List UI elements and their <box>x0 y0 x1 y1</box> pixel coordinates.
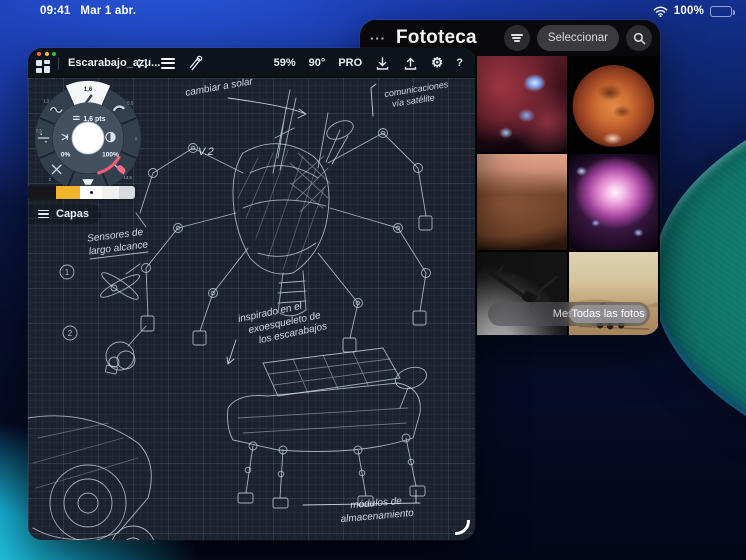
svg-text:14,5: 14,5 <box>124 175 133 180</box>
share-export-icon[interactable] <box>403 56 418 71</box>
window-controls[interactable] <box>37 52 56 56</box>
import-icon[interactable] <box>375 56 390 71</box>
battery-icon <box>710 6 732 17</box>
toolbar-divider <box>58 57 59 70</box>
pro-badge[interactable]: PRO <box>338 57 362 69</box>
svg-text:5,5: 5,5 <box>127 100 134 105</box>
date: Mar 1 abr. <box>80 5 136 17</box>
svg-text:1,3: 1,3 <box>43 98 50 103</box>
swatch-amber[interactable] <box>56 186 80 199</box>
vector-pen-icon[interactable] <box>187 55 203 71</box>
precision-grid-icon[interactable] <box>136 57 149 70</box>
battery-percent: 100% <box>674 5 704 17</box>
zoom-window-dot[interactable] <box>52 52 56 56</box>
clock: 09:41 <box>40 5 70 17</box>
tab-all-photos[interactable]: Todas las fotos <box>569 305 647 323</box>
marker-1: 1 <box>65 268 70 277</box>
window-menu-dots[interactable]: ··· <box>370 31 386 46</box>
search-icon <box>633 32 646 45</box>
rotation-value[interactable]: 90° <box>309 57 326 69</box>
photo-mars[interactable] <box>569 56 658 152</box>
search-button[interactable] <box>626 25 652 51</box>
tool-wheel[interactable]: 1,6 5,5 1 14,5 6,8 2 7,3 1,3 <box>30 80 146 196</box>
view-switcher: Meses Todas las fotos <box>488 302 650 326</box>
active-tool-size: 1,6 <box>84 86 93 93</box>
opacity-value: 0% <box>61 152 71 159</box>
photo-desert-mountains[interactable] <box>477 154 566 250</box>
layers-label: Capas <box>56 208 89 220</box>
gallery-icon[interactable] <box>36 60 50 73</box>
sketch-toolbar: Escarabajo_azu... 59% 90° PRO <box>28 48 475 78</box>
filter-button[interactable] <box>504 25 530 51</box>
swatch-lightgray[interactable] <box>119 186 135 199</box>
photo-dark-nebula[interactable] <box>477 56 566 152</box>
layers-button[interactable]: Capas <box>28 204 101 224</box>
photos-title: Fototeca <box>396 27 477 49</box>
smoothness-value: 100% <box>102 152 119 159</box>
annotation-version: V.2 <box>198 146 214 160</box>
minimize-window-dot[interactable] <box>45 52 49 56</box>
settings-gear-icon[interactable]: ⚙ <box>431 56 443 70</box>
color-swatch-strip <box>28 186 135 199</box>
status-bar: 09:41 Mar 1 abr. 100% <box>0 0 746 22</box>
photo-orion-nebula[interactable] <box>569 154 658 250</box>
select-button[interactable]: Seleccionar <box>537 25 619 51</box>
help-icon[interactable]: ? <box>456 57 463 69</box>
svg-text:2: 2 <box>49 177 52 182</box>
sketch-window: 1 2 cambiar a solar comunicaciones <box>28 48 475 540</box>
svg-text:7,3: 7,3 <box>36 128 43 133</box>
swatch-white-selected[interactable] <box>80 186 102 199</box>
swatch-black[interactable] <box>28 186 56 199</box>
filter-icon <box>511 32 523 43</box>
close-window-dot[interactable] <box>37 52 41 56</box>
swatch-offwhite[interactable] <box>102 186 119 199</box>
screen: 09:41 Mar 1 abr. 100% <box>0 0 746 560</box>
layers-icon <box>38 208 49 221</box>
zoom-level[interactable]: 59% <box>274 57 296 69</box>
wifi-icon <box>653 6 668 17</box>
marker-2: 2 <box>68 329 73 338</box>
layers-stack-icon[interactable] <box>161 55 175 71</box>
active-color-puck[interactable] <box>72 122 104 154</box>
